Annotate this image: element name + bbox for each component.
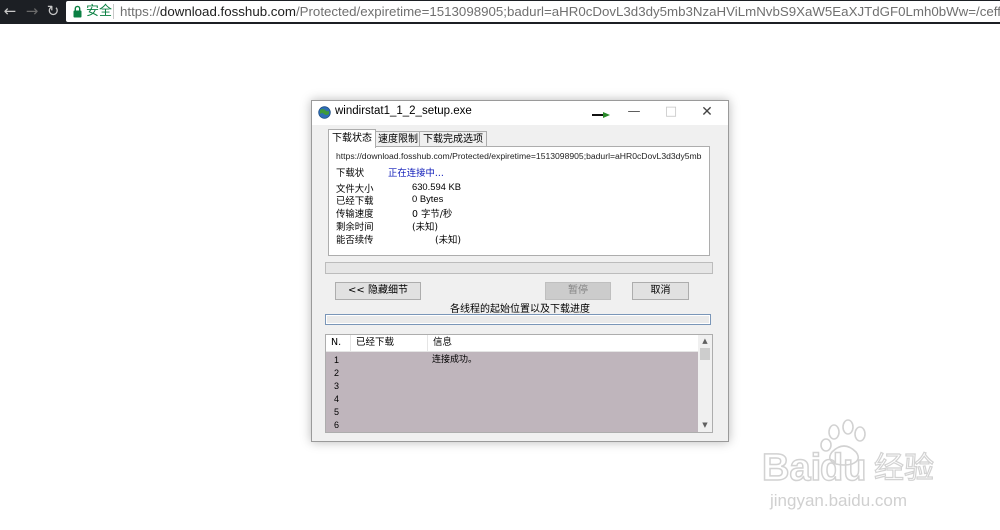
transfer-speed-value: 0 字节/秒 [412,209,453,220]
thread-progress-bar [325,314,711,325]
url-host: download.fosshub.com [159,4,296,19]
transfer-speed-label: 传输速度 [336,209,374,220]
lock-icon [73,5,82,18]
list-row[interactable]: 3 [326,380,698,393]
threads-progress-label: 各线程的起始位置以及下载进度 [450,304,590,315]
time-left-label: 剩余时间 [336,222,374,233]
list-row[interactable]: 5 [326,406,698,419]
row-number: 5 [334,407,340,417]
resume-value: (未知) [435,235,462,246]
dialog-title-bar[interactable]: windirstat1_1_2_setup.exe — □ ✕ [312,101,728,125]
mouse-cursor-icon [592,112,610,118]
column-header-downloaded[interactable]: 已经下载 [351,335,428,351]
dialog-title: windirstat1_1_2_setup.exe [335,105,472,117]
svg-text:jingyan.baidu.com: jingyan.baidu.com [769,491,907,510]
url-path: /Protected/expiretime=1513098905;badurl=… [295,4,1000,19]
baidu-jingyan-watermark: Bai du 经验 jingyan.baidu.com [761,419,935,510]
thread-list[interactable]: N. 已经下载 信息 1 连接成功。 2 3 4 5 6 ▲ ▼ [325,334,713,433]
row-number: 2 [334,368,340,378]
row-number: 4 [334,394,340,404]
resume-label: 能否续传 [336,235,374,246]
download-dialog: windirstat1_1_2_setup.exe — □ ✕ 下载状态 速度限… [311,100,729,442]
list-body: 1 连接成功。 2 3 4 5 6 [326,352,698,432]
hide-details-button[interactable]: << 隐藏细节 [335,282,421,300]
globe-download-icon [318,106,331,119]
download-status-panel: https://download.fosshub.com/Protected/e… [328,146,710,256]
download-url: https://download.fosshub.com/Protected/e… [336,151,702,161]
row-info: 连接成功。 [432,355,478,365]
list-header: N. 已经下载 信息 [326,335,698,352]
list-row[interactable]: 2 [326,367,698,380]
status-label: 下载状 [336,168,365,179]
time-left-value: (未知) [412,222,439,233]
browser-toolbar: ← → ↻ 安全 https://download.fosshub.com/Pr… [0,0,1000,24]
downloaded-label: 已经下载 [336,196,374,207]
scroll-thumb[interactable] [700,348,710,360]
maximize-button[interactable]: □ [654,101,688,123]
address-separator [113,4,114,19]
cancel-button[interactable]: 取消 [632,282,689,300]
back-arrow-icon[interactable]: ← [2,3,18,19]
close-button[interactable]: ✕ [690,101,724,123]
list-row[interactable]: 6 [326,419,698,432]
file-size-value: 630.594 KB [412,181,461,192]
column-header-info[interactable]: 信息 [428,335,698,351]
vertical-scrollbar[interactable]: ▲ ▼ [698,335,712,432]
row-number: 3 [334,381,340,391]
tab-completion-options[interactable]: 下载完成选项 [419,131,487,147]
tab-speed-limit[interactable]: 速度限制 [374,131,422,147]
downloaded-value: 0 Bytes [412,193,444,204]
scroll-up-arrow-icon[interactable]: ▲ [698,335,712,347]
url-scheme: https:// [120,4,160,19]
svg-text:经验: 经验 [874,451,934,486]
pause-button[interactable]: 暂停 [545,282,611,300]
column-header-number[interactable]: N. [326,335,351,351]
svg-text:du: du [820,447,866,489]
address-bar[interactable]: 安全 https://download.fosshub.com/Protecte… [66,1,1000,22]
row-number: 6 [334,420,340,430]
minimize-button[interactable]: — [617,101,651,123]
scroll-down-arrow-icon[interactable]: ▼ [698,419,712,431]
secure-label: 安全 [86,4,113,19]
row-number: 1 [334,355,340,365]
forward-arrow-icon[interactable]: → [24,3,40,19]
list-row[interactable]: 1 连接成功。 [326,354,698,367]
tab-download-status[interactable]: 下载状态 [328,129,376,148]
download-progress-bar [325,262,713,274]
svg-text:Bai: Bai [762,447,821,489]
url-text[interactable]: https://download.fosshub.com/Protected/e… [120,3,1000,20]
list-row[interactable]: 4 [326,393,698,406]
reload-icon[interactable]: ↻ [45,3,61,19]
status-value: 正在连接中... [388,168,444,179]
